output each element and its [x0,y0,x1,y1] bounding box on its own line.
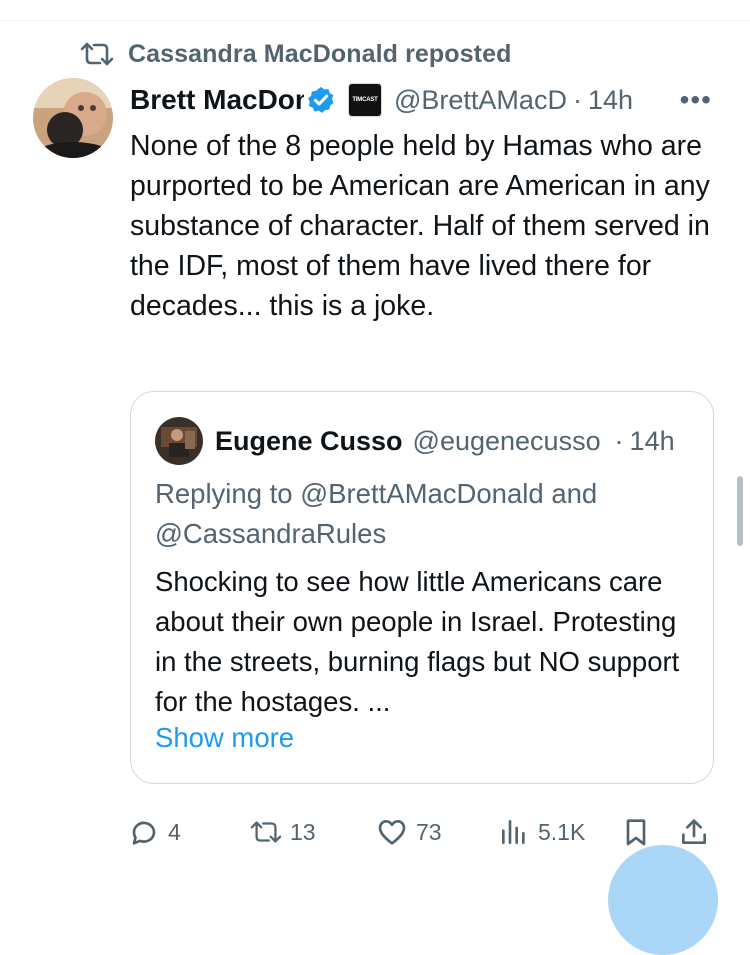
replying-to: Replying to @BrettAMacDonald and @Cassand… [155,474,695,554]
tweet-time[interactable]: 14h [588,85,633,116]
reply-icon [132,821,156,845]
repost-label: Cassandra MacDonald reposted [128,39,512,68]
repost-icon [80,42,114,66]
action-bar: 4 13 73 5.1K [128,812,728,852]
affiliation-badge[interactable]: TIMCAST [348,83,382,117]
share-button[interactable] [678,812,710,852]
quote-text: Shocking to see how little Americans car… [155,566,680,717]
author-handle[interactable]: @BrettAMacD [394,85,567,116]
replying-to-and: and [551,478,598,509]
quote-tweet-card[interactable]: Eugene Cusso @eugenecusso · 14h Replying… [130,391,714,784]
verified-badge-icon[interactable] [306,85,336,115]
reply-count: 4 [168,818,181,845]
top-divider [0,20,750,21]
share-icon [682,819,706,844]
like-count: 73 [416,818,442,845]
reply-mention[interactable]: @CassandraRules [155,518,386,549]
reply-button[interactable]: 4 [128,812,181,852]
bookmark-icon [626,819,646,846]
scrollbar[interactable] [737,476,743,546]
views-count: 5.1K [538,818,586,845]
quote-time[interactable]: 14h [630,426,675,457]
views-button[interactable]: 5.1K [498,812,585,852]
repost-icon [250,821,282,843]
tweet-header: Brett MacDonald TIMCAST @BrettAMacD · 14… [130,80,720,120]
show-more-link[interactable]: Show more [155,722,294,754]
bookmark-button[interactable] [620,812,652,852]
replying-to-label: Replying to [155,478,293,509]
more-options-icon[interactable]: ••• [680,84,712,116]
quote-avatar[interactable] [155,417,203,465]
like-icon [378,820,406,845]
views-icon [502,820,525,844]
tweet-text: None of the 8 people held by Hamas who a… [130,130,710,322]
quote-author-name[interactable]: Eugene Cusso [215,426,403,457]
repost-context[interactable]: Cassandra MacDonald reposted [80,38,511,70]
quote-separator-dot: · [614,425,624,456]
author-name[interactable]: Brett MacDonald [130,84,304,116]
separator-dot: · [572,84,582,115]
quote-header: Eugene Cusso @eugenecusso · 14h [155,417,675,465]
like-button[interactable]: 73 [376,812,442,852]
repost-button[interactable]: 13 [250,812,316,852]
repost-count: 13 [290,818,316,845]
compose-fab[interactable] [608,845,718,955]
reply-mention[interactable]: @BrettAMacDonald [300,478,543,509]
avatar[interactable] [33,78,113,158]
quote-author-handle[interactable]: @eugenecusso [413,426,611,457]
